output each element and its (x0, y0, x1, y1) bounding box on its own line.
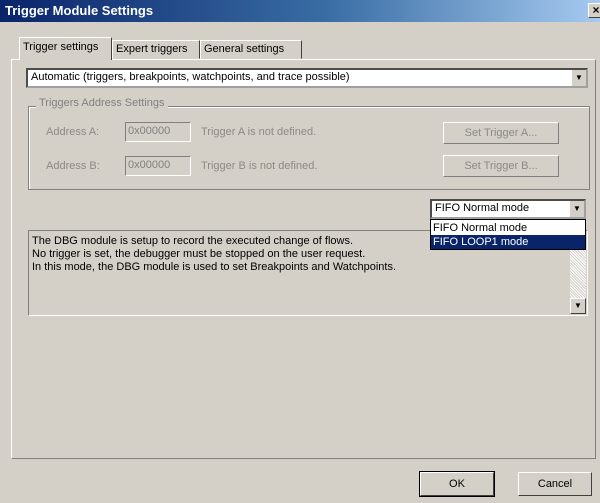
title-bar[interactable]: Trigger Module Settings × (0, 0, 600, 22)
address-a-label: Address A: (46, 126, 100, 138)
description-line: The DBG module is setup to record the ex… (32, 235, 354, 247)
dialog-window: Trigger Module Settings × Trigger settin… (0, 0, 600, 503)
mode-select[interactable]: Automatic (triggers, breakpoints, watchp… (26, 68, 588, 88)
fifo-select-value: FIFO Normal mode (435, 202, 530, 214)
tab-general-settings[interactable]: General settings (200, 40, 302, 59)
ok-button[interactable]: OK (419, 471, 495, 497)
description-line: In this mode, the DBG module is used to … (32, 261, 397, 273)
scroll-down-icon[interactable]: ▼ (570, 298, 586, 314)
tab-trigger-settings[interactable]: Trigger settings (19, 37, 112, 60)
tab-label: Trigger settings (23, 41, 99, 53)
chevron-down-icon[interactable]: ▼ (569, 201, 584, 217)
window-title: Trigger Module Settings (5, 3, 154, 18)
tab-label: General settings (204, 43, 285, 55)
trigger-b-status: Trigger B is not defined. (201, 160, 318, 172)
triggers-address-group (28, 106, 590, 190)
fifo-option-normal[interactable]: FIFO Normal mode (431, 221, 585, 235)
address-b-label: Address B: (46, 160, 100, 172)
fifo-option-loop1[interactable]: FIFO LOOP1 mode (431, 235, 585, 249)
mode-select-value: Automatic (triggers, breakpoints, watchp… (31, 71, 350, 83)
close-button[interactable]: × (588, 3, 600, 18)
cancel-button[interactable]: Cancel (518, 472, 592, 496)
tab-expert-triggers[interactable]: Expert triggers (112, 40, 200, 59)
address-b-field: 0x00000 (125, 156, 191, 176)
set-trigger-a-button: Set Trigger A... (443, 122, 559, 144)
tab-label: Expert triggers (116, 43, 188, 55)
description-line: No trigger is set, the debugger must be … (32, 248, 366, 260)
trigger-a-status: Trigger A is not defined. (201, 126, 317, 138)
set-trigger-b-button: Set Trigger B... (443, 155, 559, 177)
fifo-mode-select[interactable]: FIFO Normal mode ▼ (430, 199, 586, 219)
address-a-field: 0x00000 (125, 122, 191, 142)
fifo-dropdown-list: FIFO Normal mode FIFO LOOP1 mode (430, 219, 586, 250)
chevron-down-icon[interactable]: ▼ (571, 70, 586, 86)
close-icon: × (592, 3, 600, 17)
triggers-group-title: Triggers Address Settings (36, 97, 168, 109)
